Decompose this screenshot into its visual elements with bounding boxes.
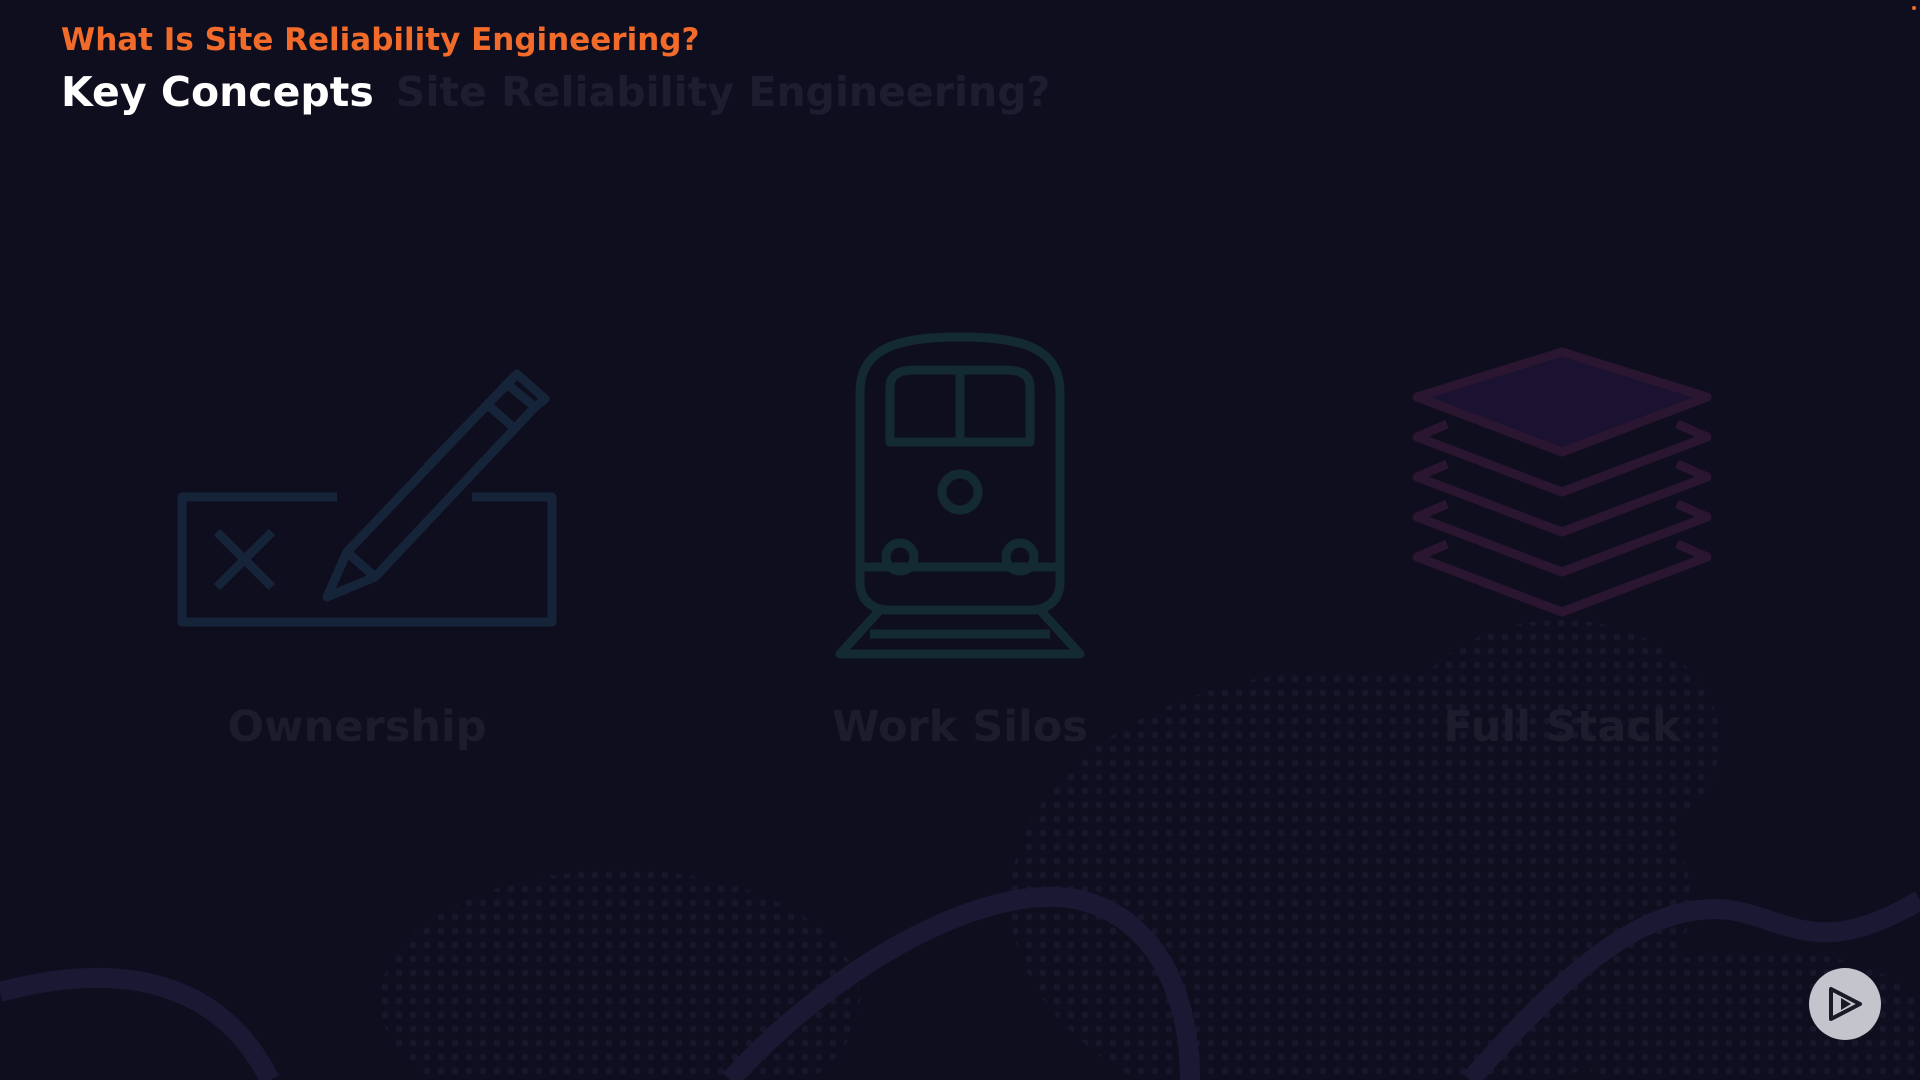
concept-label: Full Stack (1443, 702, 1681, 752)
pen-checkbox-icon (177, 369, 557, 627)
concept-ownership: Ownership (147, 320, 567, 760)
concept-full-stack: Full Stack (1352, 320, 1772, 760)
concept-label: Ownership (227, 702, 487, 752)
play-icon (1829, 987, 1862, 1021)
play-button[interactable] (1809, 968, 1881, 1040)
train-icon (835, 332, 1085, 659)
slide-canvas: What Is Site Reliability Engineering? Wh… (0, 0, 1920, 1080)
slide-title: Key Concepts (61, 68, 380, 116)
concept-label: Work Silos (832, 702, 1088, 752)
corner-indicator (1912, 6, 1916, 10)
section-title: What Is Site Reliability Engineering? (61, 22, 700, 58)
concept-work-silos: Work Silos (750, 320, 1170, 760)
layers-icon (1412, 347, 1712, 617)
